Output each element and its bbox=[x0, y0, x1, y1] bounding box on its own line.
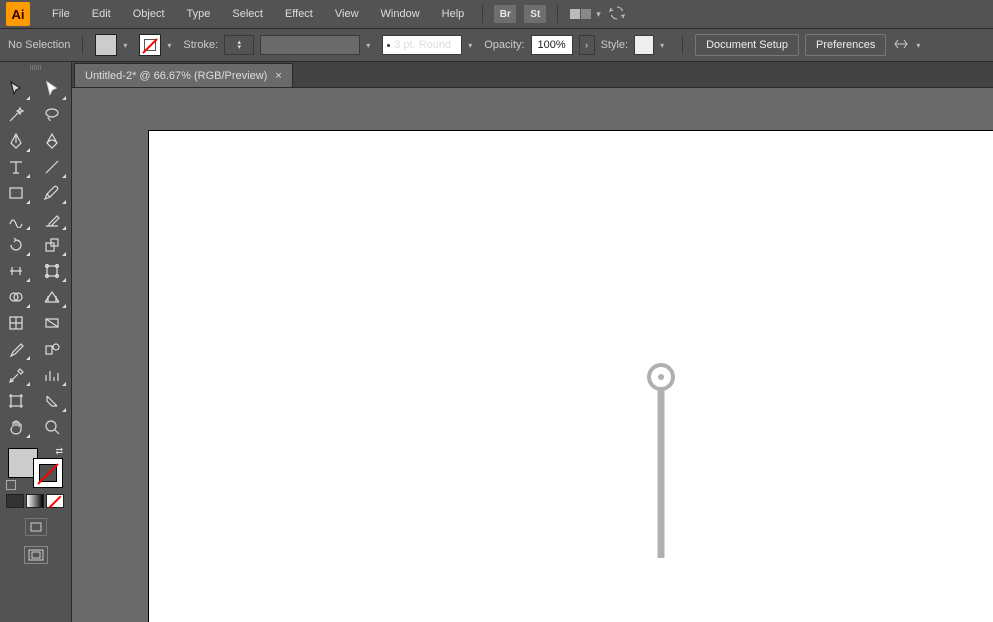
tab-title: Untitled-2* @ 66.67% (RGB/Preview) bbox=[85, 70, 267, 82]
selection-status: No Selection bbox=[8, 39, 70, 51]
brush-dropdown[interactable]: ▾ bbox=[468, 41, 478, 50]
selection-tool[interactable] bbox=[0, 76, 32, 102]
scale-tool[interactable] bbox=[36, 232, 68, 258]
opacity-label: Opacity: bbox=[484, 39, 524, 51]
line-segment-tool[interactable] bbox=[36, 154, 68, 180]
pen-tool[interactable] bbox=[0, 128, 32, 154]
color-mode-none[interactable] bbox=[46, 494, 64, 508]
mesh-tool[interactable] bbox=[0, 310, 32, 336]
menu-edit[interactable]: Edit bbox=[82, 4, 121, 24]
opacity-field[interactable]: 100% bbox=[531, 35, 573, 55]
color-mode-gradient[interactable] bbox=[26, 494, 44, 508]
slice-tool[interactable] bbox=[36, 388, 68, 414]
color-mode-solid[interactable] bbox=[6, 494, 24, 508]
stroke-label: Stroke: bbox=[183, 39, 218, 51]
width-tool[interactable] bbox=[0, 258, 32, 284]
column-graph-tool[interactable] bbox=[36, 362, 68, 388]
stock-button[interactable]: St bbox=[524, 5, 546, 23]
fill-stroke-block: ⇄ bbox=[6, 446, 65, 490]
stroke-color[interactable] bbox=[33, 458, 63, 488]
bridge-button[interactable]: Br bbox=[494, 5, 516, 23]
stroke-weight-stepper[interactable]: ▴▾ bbox=[224, 35, 254, 55]
menu-effect[interactable]: Effect bbox=[275, 4, 323, 24]
hand-tool[interactable] bbox=[0, 414, 32, 440]
direct-selection-tool[interactable] bbox=[36, 76, 68, 102]
menu-window[interactable]: Window bbox=[371, 4, 430, 24]
stroke-dropdown[interactable]: ▾ bbox=[167, 41, 177, 50]
document-tab-bar: Untitled-2* @ 66.67% (RGB/Preview) × bbox=[0, 62, 993, 88]
swap-fill-stroke[interactable]: ⇄ bbox=[55, 446, 63, 457]
app-logo: Ai bbox=[6, 2, 30, 26]
menu-file[interactable]: File bbox=[42, 4, 80, 24]
eyedropper-tool[interactable] bbox=[0, 336, 32, 362]
align-dropdown[interactable]: ▾ bbox=[916, 41, 926, 50]
perspective-grid-tool[interactable] bbox=[36, 284, 68, 310]
artboard[interactable] bbox=[148, 130, 993, 622]
separator bbox=[557, 5, 558, 23]
panel-grip[interactable] bbox=[16, 65, 56, 70]
fill-dropdown[interactable]: ▾ bbox=[123, 41, 133, 50]
arrange-documents[interactable]: ▾ bbox=[570, 9, 601, 20]
draw-normal[interactable] bbox=[25, 518, 47, 536]
lasso-tool[interactable] bbox=[36, 102, 68, 128]
separator bbox=[682, 36, 683, 54]
paintbrush-tool[interactable] bbox=[36, 180, 68, 206]
document-setup-button[interactable]: Document Setup bbox=[695, 34, 799, 56]
align-to-icon[interactable] bbox=[892, 35, 910, 56]
preferences-button[interactable]: Preferences bbox=[805, 34, 886, 56]
options-bar: No Selection ▾ ▾ Stroke: ▴▾ ▾ 3 pt. Roun… bbox=[0, 29, 993, 62]
shaper-tool[interactable] bbox=[0, 206, 32, 232]
tab-close-button[interactable]: × bbox=[275, 70, 281, 82]
style-label: Style: bbox=[601, 39, 629, 51]
opacity-arrow[interactable]: › bbox=[579, 35, 595, 55]
stroke-swatch[interactable] bbox=[139, 34, 161, 56]
vw-dropdown[interactable]: ▾ bbox=[366, 41, 376, 50]
gradient-tool[interactable] bbox=[36, 310, 68, 336]
menu-help[interactable]: Help bbox=[432, 4, 475, 24]
blend-tool[interactable] bbox=[36, 336, 68, 362]
default-fill-stroke[interactable] bbox=[6, 480, 16, 490]
document-tab[interactable]: Untitled-2* @ 66.67% (RGB/Preview) × bbox=[74, 63, 293, 87]
sync-settings-icon[interactable] bbox=[607, 4, 627, 25]
menu-bar: Ai File Edit Object Type Select Effect V… bbox=[0, 0, 993, 29]
artboard-tool[interactable] bbox=[0, 388, 32, 414]
menu-select[interactable]: Select bbox=[222, 4, 273, 24]
separator bbox=[82, 36, 83, 54]
rectangle-tool[interactable] bbox=[0, 180, 32, 206]
free-transform-tool[interactable] bbox=[36, 258, 68, 284]
brush-definition[interactable]: 3 pt. Round bbox=[382, 35, 462, 55]
symbol-sprayer-tool[interactable] bbox=[0, 362, 32, 388]
artwork-object[interactable] bbox=[647, 363, 675, 391]
fill-swatch[interactable] bbox=[95, 34, 117, 56]
curvature-tool[interactable] bbox=[36, 128, 68, 154]
zoom-tool[interactable] bbox=[36, 414, 68, 440]
magic-wand-tool[interactable] bbox=[0, 102, 32, 128]
screen-mode-button[interactable] bbox=[24, 546, 48, 564]
menu-view[interactable]: View bbox=[325, 4, 369, 24]
style-dropdown[interactable]: ▾ bbox=[660, 41, 670, 50]
menu-object[interactable]: Object bbox=[123, 4, 175, 24]
separator bbox=[482, 5, 483, 23]
tools-panel: ⇄ bbox=[0, 62, 72, 622]
rotate-tool[interactable] bbox=[0, 232, 32, 258]
graphic-style-swatch[interactable] bbox=[634, 35, 654, 55]
brush-label: 3 pt. Round bbox=[394, 39, 451, 51]
eraser-tool[interactable] bbox=[36, 206, 68, 232]
menu-type[interactable]: Type bbox=[177, 4, 221, 24]
shape-builder-tool[interactable] bbox=[0, 284, 32, 310]
variable-width-profile[interactable] bbox=[260, 35, 360, 55]
type-tool[interactable] bbox=[0, 154, 32, 180]
canvas-area[interactable] bbox=[72, 88, 993, 622]
